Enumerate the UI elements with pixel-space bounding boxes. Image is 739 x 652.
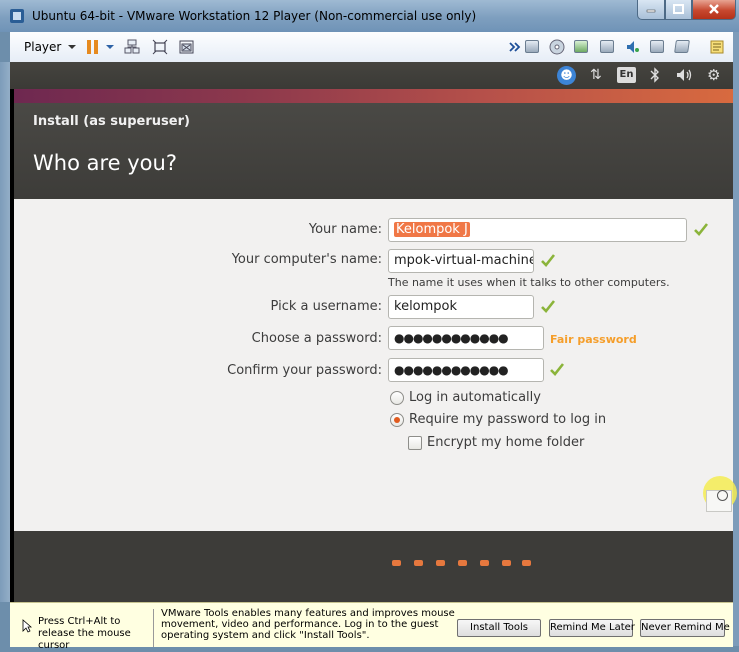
window-title: Ubuntu 64-bit - VMware Workstation 12 Pl… bbox=[32, 9, 477, 23]
notification-divider bbox=[153, 609, 154, 647]
pause-icon[interactable] bbox=[85, 39, 101, 55]
progress-step bbox=[414, 560, 423, 566]
computer-name-input[interactable]: mpok-virtual-machine bbox=[388, 249, 534, 273]
close-button[interactable] bbox=[692, 0, 736, 20]
vmware-player-window: Ubuntu 64-bit - VMware Workstation 12 Pl… bbox=[0, 0, 739, 651]
volume-icon[interactable] bbox=[676, 67, 694, 83]
never-remind-me-button[interactable]: Never Remind Me bbox=[640, 619, 730, 637]
maximize-icon bbox=[673, 4, 684, 14]
unity-icon[interactable] bbox=[179, 39, 195, 55]
install-tools-button[interactable]: Install Tools bbox=[457, 619, 541, 637]
hard-disk-icon[interactable] bbox=[525, 40, 539, 53]
progress-step bbox=[480, 560, 489, 566]
name-label: Your name: bbox=[308, 222, 382, 237]
progress-step bbox=[522, 560, 531, 566]
confirm-password-input[interactable]: ●●●●●●●●●●●● bbox=[388, 358, 544, 382]
installer-window: Install (as superuser) Who are you? Your… bbox=[14, 103, 733, 646]
installer-window-title: Install (as superuser) bbox=[33, 114, 190, 129]
encrypt-home-label[interactable]: Encrypt my home folder bbox=[427, 435, 584, 450]
close-icon bbox=[709, 4, 719, 14]
installer-header: Install (as superuser) Who are you? bbox=[14, 103, 733, 199]
send-ctrl-alt-del-icon[interactable] bbox=[124, 39, 140, 55]
vm-guest-screen[interactable]: ☻ ⇅ En ⚙ Install (as superuser) Who are … bbox=[10, 62, 733, 646]
messages-icon[interactable] bbox=[709, 39, 725, 55]
progress-step bbox=[458, 560, 467, 566]
ubuntu-top-panel: ☻ ⇅ En ⚙ bbox=[10, 62, 733, 89]
auto-login-label[interactable]: Log in automatically bbox=[409, 390, 541, 405]
computer-name-label: Your computer's name: bbox=[231, 252, 382, 267]
keyboard-layout-indicator[interactable]: En bbox=[617, 67, 636, 83]
progress-step bbox=[502, 560, 511, 566]
username-label: Pick a username: bbox=[270, 299, 382, 314]
player-menu[interactable]: Player bbox=[24, 40, 61, 54]
cd-dvd-icon[interactable] bbox=[549, 39, 565, 55]
fullscreen-icon[interactable] bbox=[152, 39, 168, 55]
usb-icon[interactable] bbox=[674, 40, 690, 53]
name-valid-check-icon bbox=[694, 223, 709, 236]
page-title: Who are you? bbox=[33, 151, 177, 175]
user-form: Your name: Kelompok J Your computer's na… bbox=[14, 199, 733, 531]
confirm-password-valid-check-icon bbox=[550, 363, 565, 376]
forward-arrows-icon[interactable] bbox=[507, 39, 523, 55]
require-password-radio[interactable] bbox=[390, 413, 404, 427]
network-icon[interactable]: ⇅ bbox=[590, 67, 602, 84]
network-adapter-icon[interactable] bbox=[574, 40, 588, 53]
maximize-button[interactable] bbox=[665, 0, 692, 20]
name-input[interactable]: Kelompok J bbox=[388, 218, 687, 242]
window-frame-left bbox=[0, 62, 10, 602]
password-strength: Fair password bbox=[550, 333, 637, 346]
progress-step bbox=[436, 560, 445, 566]
bluetooth-icon[interactable] bbox=[650, 67, 660, 83]
username-valid-check-icon bbox=[541, 300, 556, 313]
auto-login-radio[interactable] bbox=[390, 391, 404, 405]
password-label: Choose a password: bbox=[251, 331, 382, 346]
computer-name-hint: The name it uses when it talks to other … bbox=[388, 276, 670, 289]
username-input[interactable]: kelompok bbox=[388, 295, 534, 319]
confirm-password-label: Confirm your password: bbox=[227, 363, 382, 378]
require-password-label[interactable]: Require my password to log in bbox=[409, 412, 606, 427]
printer-icon[interactable] bbox=[600, 40, 614, 53]
player-toolbar: Player bbox=[10, 32, 733, 63]
release-mouse-hint: Press Ctrl+Alt to release the mouse curs… bbox=[38, 616, 131, 651]
vmware-app-icon bbox=[10, 9, 24, 23]
pause-dropdown-icon[interactable] bbox=[106, 45, 114, 49]
minimize-button[interactable] bbox=[637, 0, 665, 20]
mouse-cursor-icon bbox=[22, 619, 32, 633]
remind-me-later-button[interactable]: Remind Me Later bbox=[549, 619, 635, 637]
settings-gear-icon[interactable]: ⚙ bbox=[707, 67, 720, 84]
cursor-icon bbox=[717, 490, 728, 501]
password-input[interactable]: ●●●●●●●●●●●● bbox=[388, 326, 544, 350]
vmware-tools-notification: Press Ctrl+Alt to release the mouse curs… bbox=[10, 602, 733, 651]
name-input-value: Kelompok J bbox=[394, 222, 470, 237]
encrypt-home-checkbox[interactable] bbox=[408, 436, 422, 450]
minimize-icon bbox=[646, 9, 656, 13]
vmware-tools-message: VMware Tools enables many features and i… bbox=[161, 608, 455, 641]
computer-name-valid-check-icon bbox=[541, 254, 556, 267]
window-frame-right bbox=[733, 32, 739, 646]
player-menu-dropdown-icon[interactable] bbox=[68, 45, 76, 49]
display-icon[interactable] bbox=[650, 40, 664, 53]
sound-card-icon[interactable] bbox=[624, 39, 640, 55]
progress-step bbox=[392, 560, 401, 566]
window-titlebar[interactable]: Ubuntu 64-bit - VMware Workstation 12 Pl… bbox=[0, 0, 739, 32]
accessibility-icon[interactable]: ☻ bbox=[557, 66, 576, 85]
